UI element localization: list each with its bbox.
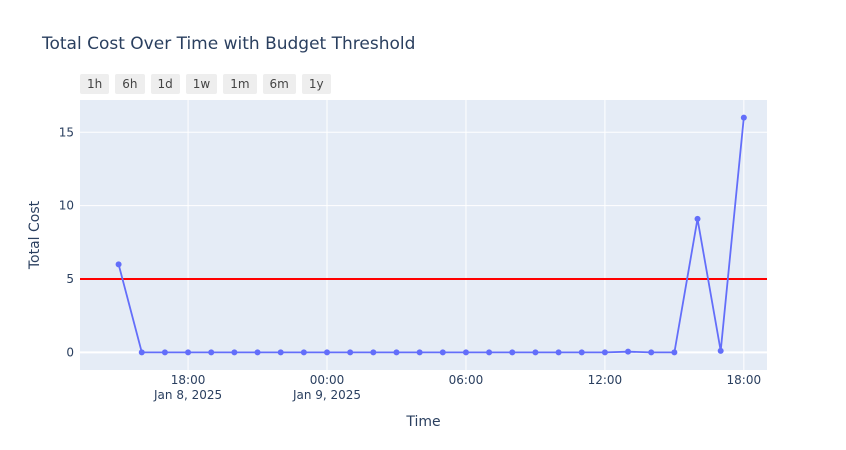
data-point <box>717 347 724 354</box>
plot-area <box>80 100 767 370</box>
data-point <box>370 349 377 356</box>
data-point <box>625 348 632 355</box>
x-tick-label: 06:00 <box>449 373 484 387</box>
y-tick-label: 15 <box>59 125 74 139</box>
data-point <box>254 349 261 356</box>
data-point <box>185 349 192 356</box>
y-axis-title: Total Cost <box>27 200 43 270</box>
data-point <box>416 349 423 356</box>
data-point <box>300 349 307 356</box>
data-point <box>439 349 446 356</box>
data-point <box>694 215 701 222</box>
data-point <box>578 349 585 356</box>
data-point <box>324 349 331 356</box>
data-point <box>208 349 215 356</box>
data-point <box>671 349 678 356</box>
x-axis-title: Time <box>405 414 440 430</box>
data-point <box>115 261 122 268</box>
data-point <box>601 349 608 356</box>
data-point <box>277 349 284 356</box>
x-tick-label: 18:00 <box>171 373 206 387</box>
data-point <box>532 349 539 356</box>
x-tick-sublabel: Jan 9, 2025 <box>292 388 361 402</box>
x-tick-label: 00:00 <box>310 373 345 387</box>
y-tick-label: 5 <box>66 272 74 286</box>
data-point <box>138 349 145 356</box>
y-tick-label: 10 <box>59 199 74 213</box>
data-point <box>393 349 400 356</box>
data-point <box>231 349 238 356</box>
data-point <box>740 114 747 121</box>
data-point <box>486 349 493 356</box>
data-point <box>555 349 562 356</box>
line-chart: 05101518:00Jan 8, 202500:00Jan 9, 202506… <box>27 100 767 430</box>
data-point <box>509 349 516 356</box>
x-tick-label: 18:00 <box>727 373 762 387</box>
y-tick-label: 0 <box>66 345 74 359</box>
x-tick-label: 12:00 <box>588 373 623 387</box>
x-tick-sublabel: Jan 8, 2025 <box>153 388 222 402</box>
data-point <box>462 349 469 356</box>
data-point <box>347 349 354 356</box>
data-point <box>648 349 655 356</box>
data-point <box>161 349 168 356</box>
